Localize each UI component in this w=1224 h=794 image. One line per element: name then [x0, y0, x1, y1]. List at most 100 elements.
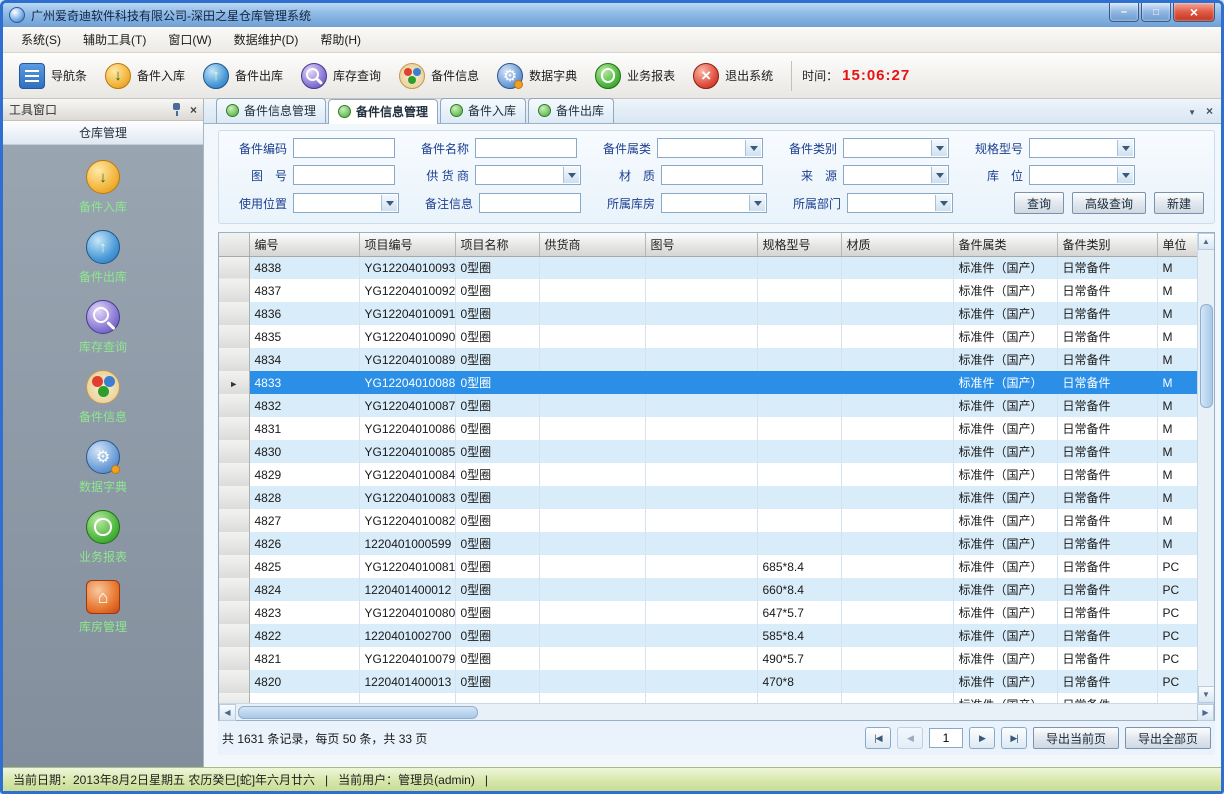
- grid-cell[interactable]: 日常备件: [1057, 279, 1157, 302]
- toolbar-parts-out-button[interactable]: 备件出库: [195, 58, 291, 94]
- grid-cell[interactable]: 4833: [249, 371, 359, 394]
- grid-cell[interactable]: [757, 417, 841, 440]
- grid-cell[interactable]: [645, 348, 757, 371]
- grid-cell[interactable]: 585*8.4: [757, 624, 841, 647]
- grid-cell[interactable]: [539, 532, 645, 555]
- grid-cell[interactable]: [539, 693, 645, 703]
- table-row[interactable]: 482612204010005990型圈标准件（国产）日常备件M: [219, 532, 1197, 555]
- grid-cell[interactable]: [645, 371, 757, 394]
- sidebar-item-report[interactable]: 业务报表: [3, 507, 203, 568]
- grid-cell[interactable]: PC: [1157, 647, 1197, 670]
- table-row[interactable]: 4838YG122040100930型圈标准件（国产）日常备件M: [219, 256, 1197, 279]
- next-page-button[interactable]: [969, 727, 995, 749]
- grid-cell[interactable]: [539, 279, 645, 302]
- grid-cell[interactable]: [645, 325, 757, 348]
- grid-cell[interactable]: M: [1157, 371, 1197, 394]
- column-header[interactable]: 图号: [645, 233, 757, 256]
- search-text-input[interactable]: [661, 165, 763, 185]
- table-row[interactable]: 4821YG122040100790型圈490*5.7标准件（国产）日常备件PC: [219, 647, 1197, 670]
- search-text-input[interactable]: [293, 138, 395, 158]
- grid-cell[interactable]: 4827: [249, 509, 359, 532]
- grid-cell[interactable]: [645, 394, 757, 417]
- grid-cell[interactable]: 标准件（国产）: [953, 371, 1057, 394]
- grid-cell[interactable]: [757, 440, 841, 463]
- grid-cell[interactable]: [539, 463, 645, 486]
- grid-cell[interactable]: 标准件（国产）: [953, 693, 1057, 703]
- grid-cell[interactable]: [757, 256, 841, 279]
- grid-cell[interactable]: 0型圈: [455, 509, 539, 532]
- grid-cell[interactable]: 日常备件: [1057, 463, 1157, 486]
- grid-cell[interactable]: [645, 417, 757, 440]
- horizontal-scrollbar[interactable]: [219, 703, 1214, 720]
- grid-cell[interactable]: PC: [1157, 578, 1197, 601]
- table-row[interactable]: 4834YG122040100890型圈标准件（国产）日常备件M: [219, 348, 1197, 371]
- grid-cell[interactable]: 0型圈: [455, 417, 539, 440]
- grid-cell[interactable]: 4820: [249, 670, 359, 693]
- grid-cell[interactable]: 标准件（国产）: [953, 279, 1057, 302]
- grid-cell[interactable]: 0型圈: [455, 279, 539, 302]
- grid-cell[interactable]: [645, 532, 757, 555]
- grid-cell[interactable]: YG12204010079: [359, 647, 455, 670]
- grid-cell[interactable]: 0型圈: [455, 463, 539, 486]
- grid-cell[interactable]: 日常备件: [1057, 624, 1157, 647]
- horizontal-scroll-thumb[interactable]: [238, 706, 478, 719]
- grid-cell[interactable]: 标准件（国产）: [953, 509, 1057, 532]
- grid-cell[interactable]: M: [1157, 440, 1197, 463]
- grid-cell[interactable]: 0型圈: [455, 325, 539, 348]
- search-combo[interactable]: [475, 165, 581, 185]
- grid-cell[interactable]: YG12204010083: [359, 486, 455, 509]
- grid-cell[interactable]: 0型圈: [455, 440, 539, 463]
- grid-cell[interactable]: [539, 624, 645, 647]
- table-row[interactable]: 4829YG122040100840型圈标准件（国产）日常备件M: [219, 463, 1197, 486]
- grid-cell[interactable]: 日常备件: [1057, 601, 1157, 624]
- grid-cell[interactable]: [841, 647, 953, 670]
- grid-cell[interactable]: [359, 693, 455, 703]
- grid-cell[interactable]: 日常备件: [1057, 394, 1157, 417]
- grid-cell[interactable]: [841, 463, 953, 486]
- table-row[interactable]: 4836YG122040100910型圈标准件（国产）日常备件M: [219, 302, 1197, 325]
- grid-cell[interactable]: M: [1157, 417, 1197, 440]
- grid-cell[interactable]: 0型圈: [455, 256, 539, 279]
- grid-cell[interactable]: [841, 440, 953, 463]
- vertical-scrollbar[interactable]: [1197, 233, 1214, 703]
- grid-cell[interactable]: [645, 624, 757, 647]
- grid-cell[interactable]: M: [1157, 509, 1197, 532]
- grid-cell[interactable]: PC: [1157, 670, 1197, 693]
- column-header[interactable]: 备件属类: [953, 233, 1057, 256]
- grid-cell[interactable]: 日常备件: [1057, 440, 1157, 463]
- toolbar-navbar-button[interactable]: 导航条: [11, 58, 95, 94]
- grid-cell[interactable]: [539, 302, 645, 325]
- grid-cell[interactable]: [841, 624, 953, 647]
- table-row[interactable]: 4823YG122040100800型圈647*5.7标准件（国产）日常备件PC: [219, 601, 1197, 624]
- chevron-down-icon[interactable]: [749, 195, 765, 211]
- query-button[interactable]: 查询: [1014, 192, 1064, 214]
- grid-cell[interactable]: 4822: [249, 624, 359, 647]
- grid-cell[interactable]: 标准件（国产）: [953, 670, 1057, 693]
- prev-page-button[interactable]: [897, 727, 923, 749]
- grid-cell[interactable]: 4824: [249, 578, 359, 601]
- grid-cell[interactable]: [841, 279, 953, 302]
- grid-cell[interactable]: [645, 256, 757, 279]
- grid-cell[interactable]: [539, 256, 645, 279]
- grid-cell[interactable]: 0型圈: [455, 532, 539, 555]
- grid-cell[interactable]: 0型圈: [455, 578, 539, 601]
- grid-cell[interactable]: [539, 417, 645, 440]
- table-row[interactable]: 4835YG122040100900型圈标准件（国产）日常备件M: [219, 325, 1197, 348]
- toolbar-search-button[interactable]: 库存查询: [293, 58, 389, 94]
- grid-cell[interactable]: 4834: [249, 348, 359, 371]
- grid-cell[interactable]: 标准件（国产）: [953, 486, 1057, 509]
- grid-cell[interactable]: [841, 417, 953, 440]
- grid-cell[interactable]: [539, 394, 645, 417]
- grid-cell[interactable]: 1220401000599: [359, 532, 455, 555]
- sidebar-item-dict[interactable]: 数据字典: [3, 437, 203, 498]
- grid-cell[interactable]: 4835: [249, 325, 359, 348]
- table-row[interactable]: 4832YG122040100870型圈标准件（国产）日常备件M: [219, 394, 1197, 417]
- search-combo[interactable]: [657, 138, 763, 158]
- grid-cell[interactable]: [455, 693, 539, 703]
- grid-cell[interactable]: 1220401400012: [359, 578, 455, 601]
- advanced-query-button[interactable]: 高级查询: [1072, 192, 1146, 214]
- grid-cell[interactable]: 4830: [249, 440, 359, 463]
- grid-cell[interactable]: [841, 601, 953, 624]
- grid-cell[interactable]: [645, 486, 757, 509]
- toolbar-report-button[interactable]: 业务报表: [587, 58, 683, 94]
